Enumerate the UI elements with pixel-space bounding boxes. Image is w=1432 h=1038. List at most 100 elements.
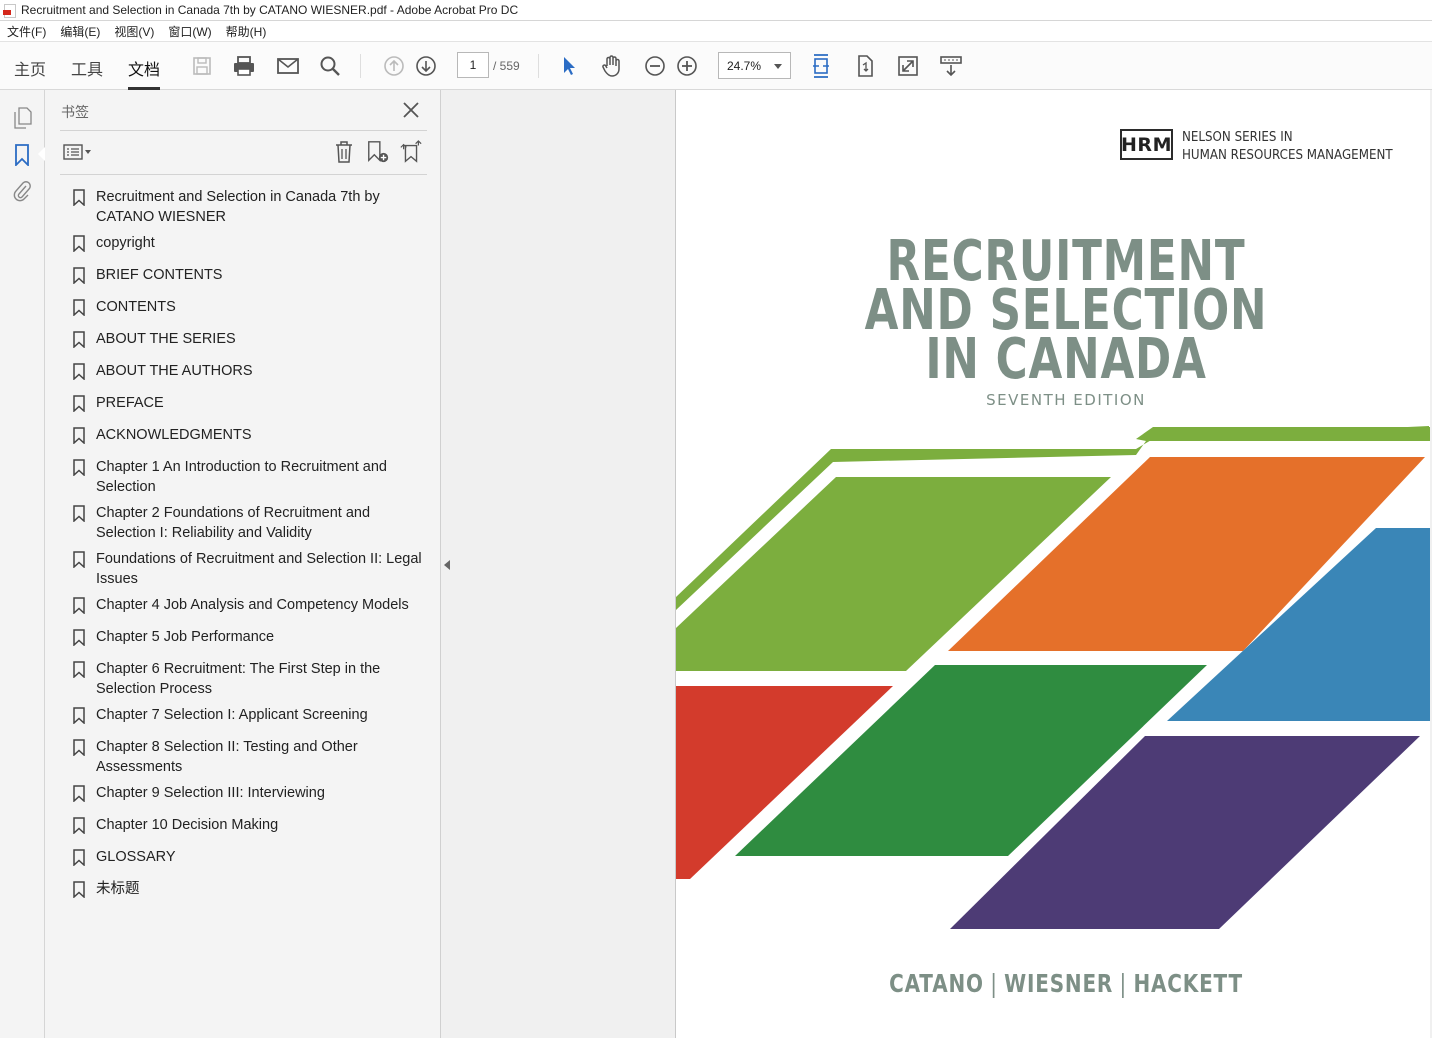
menu-view[interactable]: 视图(V) [107,23,161,40]
toolbar-separator [360,54,361,78]
divider [60,130,427,131]
zoom-out-icon[interactable] [643,54,667,78]
pdf-page: HRM NELSON SERIES IN HUMAN RESOURCES MAN… [675,90,1430,1038]
bookmark-label: PREFACE [96,395,164,411]
bookmark-item[interactable]: Chapter 10 Decision Making [69,815,278,835]
rotate-page-icon[interactable] [853,54,877,78]
bookmark-icon [73,597,85,614]
panel-title: 书签 [61,104,89,120]
next-page-icon[interactable] [414,54,438,78]
tab-document[interactable]: 文档 [128,56,161,90]
page-total-label: / 559 [493,59,520,73]
delete-bookmark-icon[interactable] [332,140,356,164]
cover-title-line: IN CANADA [925,327,1207,392]
menu-help[interactable]: 帮助(H) [219,23,274,40]
zoom-in-icon[interactable] [675,54,699,78]
menu-file[interactable]: 文件(F) [0,23,53,40]
cover-edition: SEVENTH EDITION [986,391,1146,409]
fit-page-icon[interactable] [809,54,833,78]
full-screen-icon[interactable] [896,54,920,78]
bookmark-label: Chapter 5 Job Performance [96,629,275,645]
zoom-level-select[interactable]: 24.7% [718,52,791,79]
menu-edit[interactable]: 编辑(E) [53,23,107,40]
bookmark-panel-icon[interactable] [11,144,33,166]
bookmark-icon [73,331,85,348]
bookmark-item[interactable]: Chapter 2 Foundations of Recruitment and… [69,503,429,543]
bookmark-label: GLOSSARY [96,849,176,865]
bookmark-item[interactable]: Chapter 9 Selection III: Interviewing [69,783,325,803]
bookmark-label: Chapter 2 Foundations of Recruitment and… [96,505,371,541]
tab-tools[interactable]: 工具 [71,56,103,80]
bookmark-item[interactable]: ABOUT THE SERIES [69,329,236,349]
previous-page-icon[interactable] [382,54,406,78]
menu-bar: 文件(F) 编辑(E) 视图(V) 窗口(W) 帮助(H) [0,21,1432,42]
bookmark-label: Chapter 1 An Introduction to Recruitment… [96,459,387,495]
bookmark-item[interactable]: Chapter 8 Selection II: Testing and Othe… [69,737,429,777]
bookmark-label: ACKNOWLEDGMENTS [96,427,252,443]
acrobat-app-icon [3,3,17,18]
hand-tool-icon[interactable] [600,54,624,78]
bookmark-label: Chapter 7 Selection I: Applicant Screeni… [96,707,368,723]
print-icon[interactable] [232,54,256,78]
bookmark-item[interactable]: Chapter 6 Recruitment: The First Step in… [69,659,429,699]
title-bar: Recruitment and Selection in Canada 7th … [0,0,1432,21]
collapse-panel-icon[interactable] [444,560,450,570]
bookmark-item[interactable]: Chapter 5 Job Performance [69,627,274,647]
author-name: WIESNER [1004,969,1114,998]
read-mode-icon[interactable] [939,54,963,78]
bookmark-item[interactable]: GLOSSARY [69,847,176,867]
bookmark-icon [73,739,85,756]
bookmark-label: ABOUT THE SERIES [96,331,236,347]
navigation-rail [0,90,45,1038]
bookmark-item[interactable]: ABOUT THE AUTHORS [69,361,253,381]
series-line: HUMAN RESOURCES MANAGEMENT [1182,147,1393,163]
bookmark-item[interactable]: Chapter 1 An Introduction to Recruitment… [69,457,429,497]
tab-home[interactable]: 主页 [14,56,46,80]
bookmark-label: ABOUT THE AUTHORS [96,363,253,379]
attachment-icon[interactable] [11,180,33,202]
bookmark-label: BRIEF CONTENTS [96,267,223,283]
active-panel-indicator [38,147,45,161]
bookmark-item[interactable]: 未标题 [69,879,140,899]
email-icon[interactable] [276,54,300,78]
bookmark-item[interactable]: PREFACE [69,393,164,413]
author-name: HACKETT [1133,969,1243,998]
bookmark-label: Chapter 4 Job Analysis and Competency Mo… [96,597,409,613]
save-icon[interactable] [190,54,214,78]
bookmark-icon [73,189,85,206]
bookmark-icon [73,707,85,724]
new-bookmark-icon[interactable] [366,140,390,164]
bookmark-item[interactable]: Chapter 4 Job Analysis and Competency Mo… [69,595,409,615]
cover-shape-green-band-top [1136,427,1430,441]
bookmark-item[interactable]: CONTENTS [69,297,176,317]
bookmark-item[interactable]: Chapter 7 Selection I: Applicant Screeni… [69,705,368,725]
author-name: CATANO [889,969,984,998]
menu-window[interactable]: 窗口(W) [161,23,218,40]
bookmark-label: 未标题 [96,881,140,897]
expand-bookmark-icon[interactable] [399,140,423,164]
bookmark-item[interactable]: copyright [69,233,155,253]
bookmark-label: Chapter 8 Selection II: Testing and Othe… [96,739,358,775]
bookmark-options-icon[interactable] [62,140,94,164]
window-title: Recruitment and Selection in Canada 7th … [21,3,519,17]
bookmark-icon [73,551,85,568]
search-icon[interactable] [318,54,342,78]
page-thumbnails-icon[interactable] [11,107,33,129]
page-number-input[interactable]: 1 [457,52,489,78]
bookmark-item[interactable]: Recruitment and Selection in Canada 7th … [69,187,429,227]
bookmark-icon [73,661,85,678]
bookmark-icon [73,881,85,898]
bookmark-icon [73,299,85,316]
bookmark-item[interactable]: ACKNOWLEDGMENTS [69,425,252,445]
close-icon[interactable] [400,99,422,121]
series-name: NELSON SERIES IN HUMAN RESOURCES MANAGEM… [1182,128,1393,164]
bookmark-label: CONTENTS [96,299,176,315]
bookmark-item[interactable]: Foundations of Recruitment and Selection… [69,549,429,589]
bookmark-label: Recruitment and Selection in Canada 7th … [96,189,380,225]
bookmark-icon [73,235,85,252]
bookmark-icon [73,395,85,412]
bookmark-item[interactable]: BRIEF CONTENTS [69,265,222,285]
bookmark-icon [73,267,85,284]
toolbar-separator [538,54,539,78]
select-cursor-icon[interactable] [557,54,581,78]
